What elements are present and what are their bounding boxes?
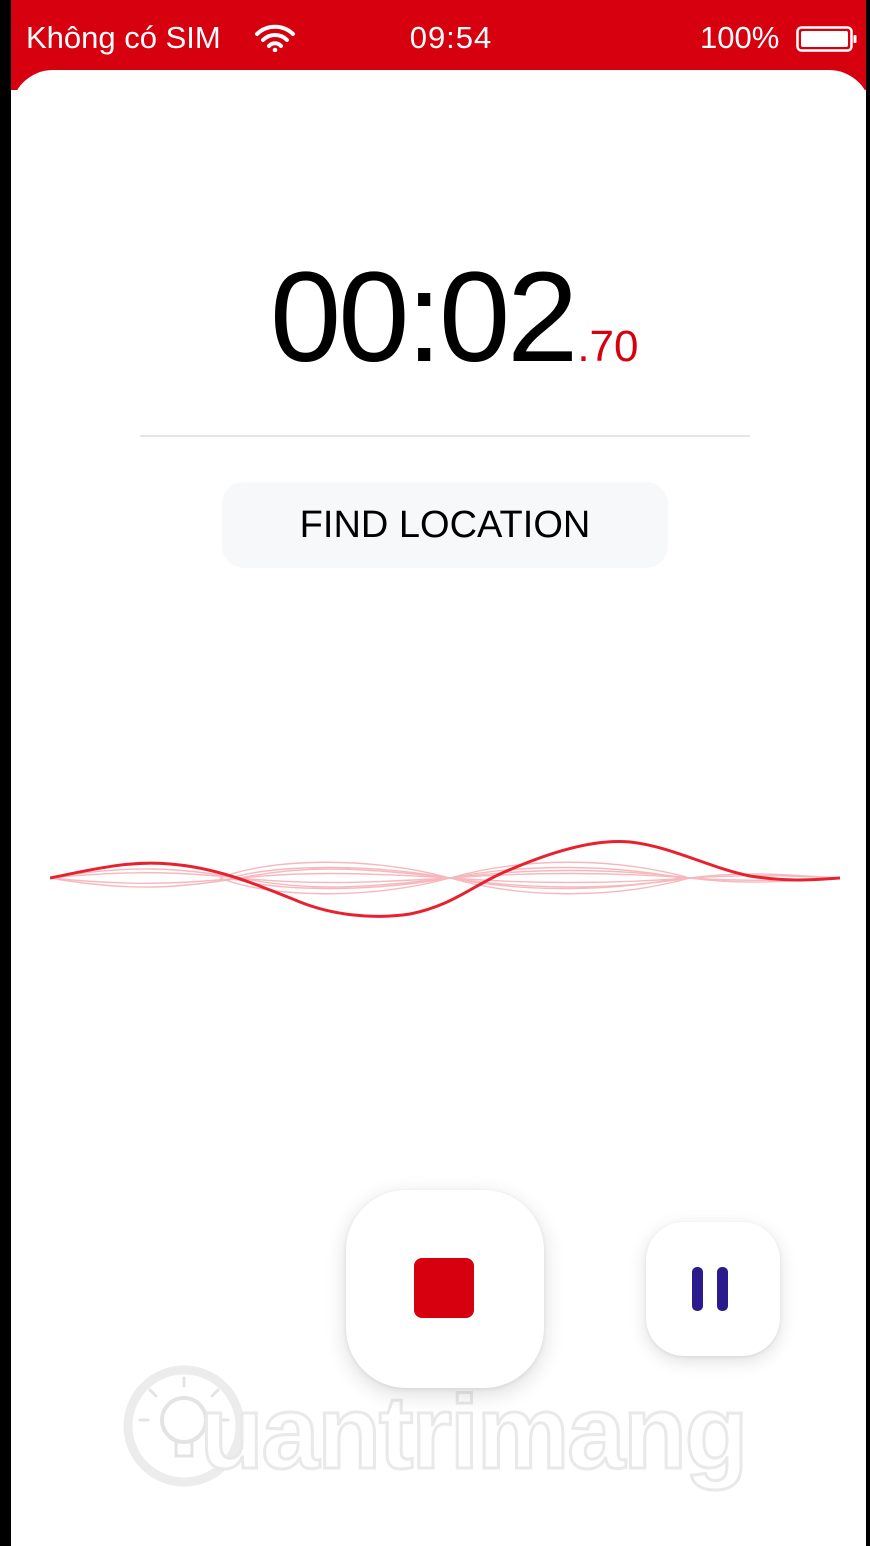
- voice-recorder-screen: Không có SIM 09:54 100% 00:02.70 FIND LO…: [0, 0, 870, 1546]
- stop-button[interactable]: [346, 1190, 544, 1388]
- find-location-button[interactable]: FIND LOCATION: [222, 482, 668, 568]
- recording-timer: 00:02.70: [270, 248, 730, 388]
- timer-hundredths: .70: [577, 322, 639, 371]
- screenshot-border-right: [866, 0, 870, 1546]
- pause-bar-left: [692, 1267, 703, 1311]
- pause-icon: [692, 1267, 734, 1311]
- pause-bar-right: [717, 1267, 728, 1311]
- pause-button[interactable]: [646, 1222, 780, 1356]
- audio-waveform: [50, 839, 840, 918]
- divider: [140, 435, 750, 437]
- wifi-icon: [255, 24, 295, 52]
- timer-elapsed: 00:02: [270, 246, 578, 389]
- stop-icon: [414, 1258, 474, 1318]
- screenshot-border-left: [0, 0, 11, 1546]
- status-time: 09:54: [409, 20, 493, 55]
- carrier-label: Không có SIM: [26, 20, 221, 55]
- battery-full-icon: [796, 26, 857, 52]
- battery-percent: 100%: [700, 20, 780, 55]
